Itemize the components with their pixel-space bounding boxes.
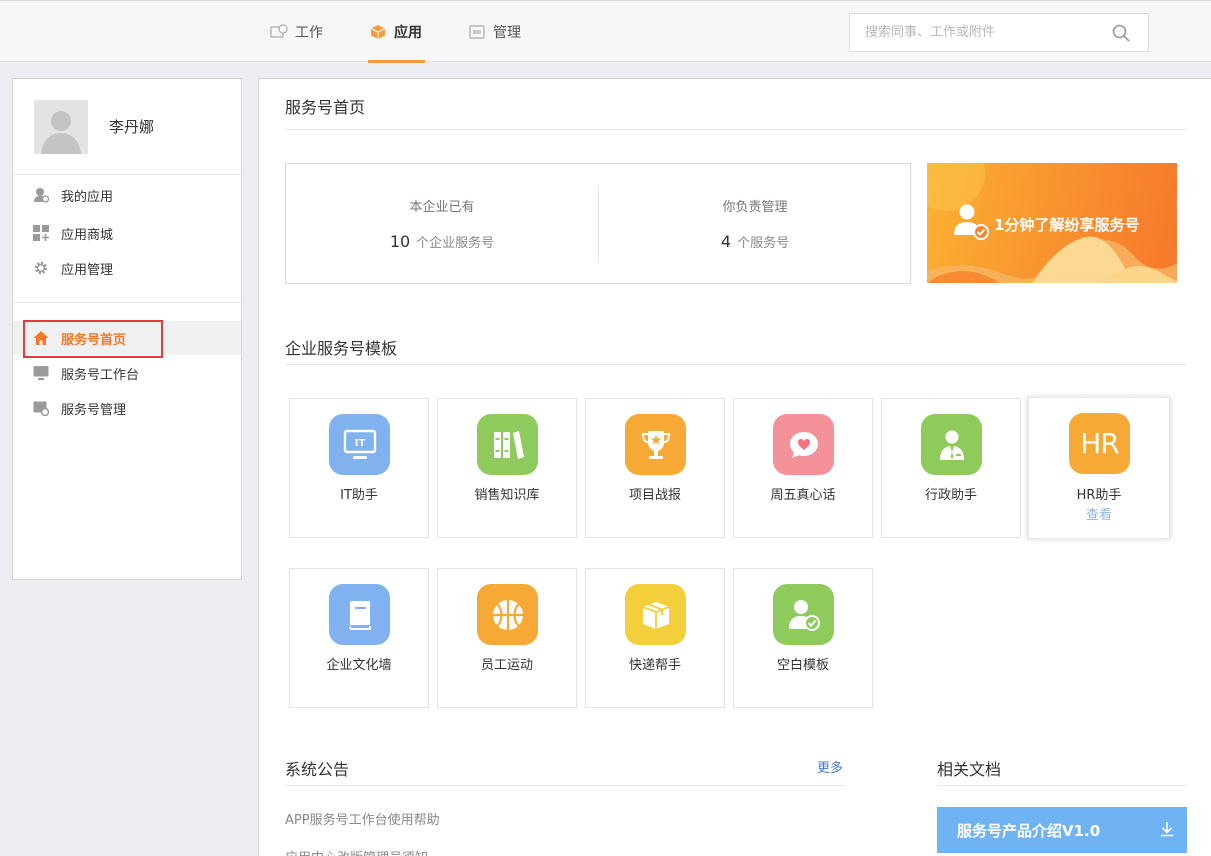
stat-company: 本企业已有 10 个企业服务号 <box>286 164 598 283</box>
sidebar: 李丹娜 我的应用 应用商城 应用管理 服务号首页 服务号工作台 服务号管理 <box>12 78 242 580</box>
search-box <box>849 13 1149 52</box>
sidebar-item-my-apps[interactable]: 我的应用 <box>13 178 241 212</box>
intro-banner[interactable]: 1分钟了解纷享服务号 <box>927 163 1177 283</box>
doc-download-button[interactable]: 服务号产品介绍V1.0 <box>937 807 1187 853</box>
template-card-sales-kb[interactable]: 销售知识库 <box>437 398 577 538</box>
books-icon <box>477 414 538 475</box>
banner-text: 1分钟了解纷享服务号 <box>994 216 1140 234</box>
sidebar-item-label: 服务号管理 <box>61 402 127 418</box>
trophy-icon <box>625 414 686 475</box>
tab-work-label: 工作 <box>295 24 323 41</box>
manage-icon <box>468 24 486 40</box>
stat-count: 4 <box>720 232 732 251</box>
monitor-icon <box>33 365 49 381</box>
work-icon <box>270 24 288 40</box>
admin-person-icon <box>921 414 982 475</box>
sidebar-item-service-home[interactable]: 服务号首页 <box>13 320 241 358</box>
template-card-admin[interactable]: 行政助手 <box>881 398 1021 538</box>
sidebar-item-label: 应用商城 <box>61 227 114 243</box>
template-card-express[interactable]: 快递帮手 <box>585 568 725 708</box>
template-name: 行政助手 <box>924 488 977 503</box>
tab-apps-label: 应用 <box>394 24 422 41</box>
template-name: 空白模板 <box>776 658 829 673</box>
template-card-culture-wall[interactable]: 企业文化墙 <box>289 568 429 708</box>
divider <box>13 174 241 175</box>
template-card-blank[interactable]: 空白模板 <box>733 568 873 708</box>
template-card-hr[interactable]: HR HR助手 查看 <box>1028 397 1170 539</box>
sidebar-item-app-manage[interactable]: 应用管理 <box>13 251 241 285</box>
divider <box>285 129 1187 130</box>
search-input[interactable] <box>850 14 1100 51</box>
hr-icon-text: HR <box>1080 427 1120 460</box>
notice-item[interactable]: 应用中心改版管理员须知 <box>285 847 428 856</box>
tab-manage-label: 管理 <box>493 24 521 41</box>
stat-unit: 个服务号 <box>737 236 790 251</box>
user-app-icon <box>33 187 49 203</box>
stat-managed: 你负责管理 4 个服务号 <box>599 164 911 283</box>
user-check-icon <box>773 584 834 645</box>
docs-title: 相关文档 <box>937 760 1002 779</box>
avatar[interactable] <box>34 100 88 154</box>
stats-panel: 本企业已有 10 个企业服务号 你负责管理 4 个服务号 <box>285 163 911 284</box>
stat-unit: 个企业服务号 <box>416 236 495 251</box>
gear-icon <box>33 260 49 276</box>
template-name: 项目战报 <box>628 488 681 503</box>
heart-chat-icon <box>773 414 834 475</box>
basketball-icon <box>477 584 538 645</box>
template-name: 员工运动 <box>480 658 533 673</box>
cube-icon <box>369 24 387 40</box>
sidebar-item-service-manage[interactable]: 服务号管理 <box>13 391 241 425</box>
template-card-friday-talk[interactable]: 周五真心话 <box>733 398 873 538</box>
template-card-project-report[interactable]: 项目战报 <box>585 398 725 538</box>
service-manage-icon <box>33 400 49 416</box>
tab-work[interactable]: 工作 <box>270 1 323 62</box>
template-card-sports[interactable]: 员工运动 <box>437 568 577 708</box>
stat-label: 本企业已有 <box>409 200 475 215</box>
tab-apps[interactable]: 应用 <box>368 1 425 63</box>
sidebar-item-app-store[interactable]: 应用商城 <box>13 216 241 250</box>
username: 李丹娜 <box>109 118 155 136</box>
templates-title: 企业服务号模板 <box>285 339 398 358</box>
download-icon <box>1159 821 1175 837</box>
template-name: 销售知识库 <box>474 488 540 503</box>
stat-value: 10 个企业服务号 <box>286 232 598 251</box>
tab-manage[interactable]: 管理 <box>468 1 521 62</box>
divider <box>13 302 241 303</box>
divider <box>937 785 1187 786</box>
stat-value: 4 个服务号 <box>599 232 911 251</box>
template-name: 快递帮手 <box>628 658 681 673</box>
sidebar-item-service-workbench[interactable]: 服务号工作台 <box>13 356 241 390</box>
template-card-it[interactable]: IT IT助手 <box>289 398 429 538</box>
notices-title: 系统公告 <box>285 760 350 779</box>
template-name: HR助手 <box>1076 488 1122 503</box>
template-name: IT助手 <box>340 488 378 503</box>
search-icon[interactable] <box>1112 24 1130 42</box>
selection-highlight <box>23 320 163 358</box>
main-panel: 服务号首页 本企业已有 10 个企业服务号 你负责管理 4 个服务号 1分钟了解纷享… <box>258 78 1211 856</box>
person-check-icon <box>951 201 991 245</box>
svg-text:IT: IT <box>354 438 365 449</box>
page-title: 服务号首页 <box>285 98 366 117</box>
doc-button-label: 服务号产品介绍V1.0 <box>957 821 1101 840</box>
template-name: 周五真心话 <box>770 488 836 503</box>
notices-more-link[interactable]: 更多 <box>817 757 843 776</box>
view-link[interactable]: 查看 <box>1029 504 1169 523</box>
stat-count: 10 <box>389 232 411 251</box>
hr-icon: HR <box>1069 413 1130 474</box>
template-name: 企业文化墙 <box>326 658 392 673</box>
book-icon <box>329 584 390 645</box>
package-icon <box>625 584 686 645</box>
divider <box>285 364 1187 365</box>
app-store-icon <box>33 225 49 241</box>
sidebar-item-label: 我的应用 <box>61 189 114 205</box>
stat-label: 你负责管理 <box>722 200 788 215</box>
top-nav: 工作 应用 管理 <box>0 0 1211 63</box>
divider <box>285 785 845 786</box>
sidebar-item-label: 应用管理 <box>61 262 114 278</box>
notice-item[interactable]: APP服务号工作台使用帮助 <box>285 809 440 828</box>
it-icon: IT <box>329 414 390 475</box>
sidebar-item-label: 服务号工作台 <box>61 367 140 383</box>
